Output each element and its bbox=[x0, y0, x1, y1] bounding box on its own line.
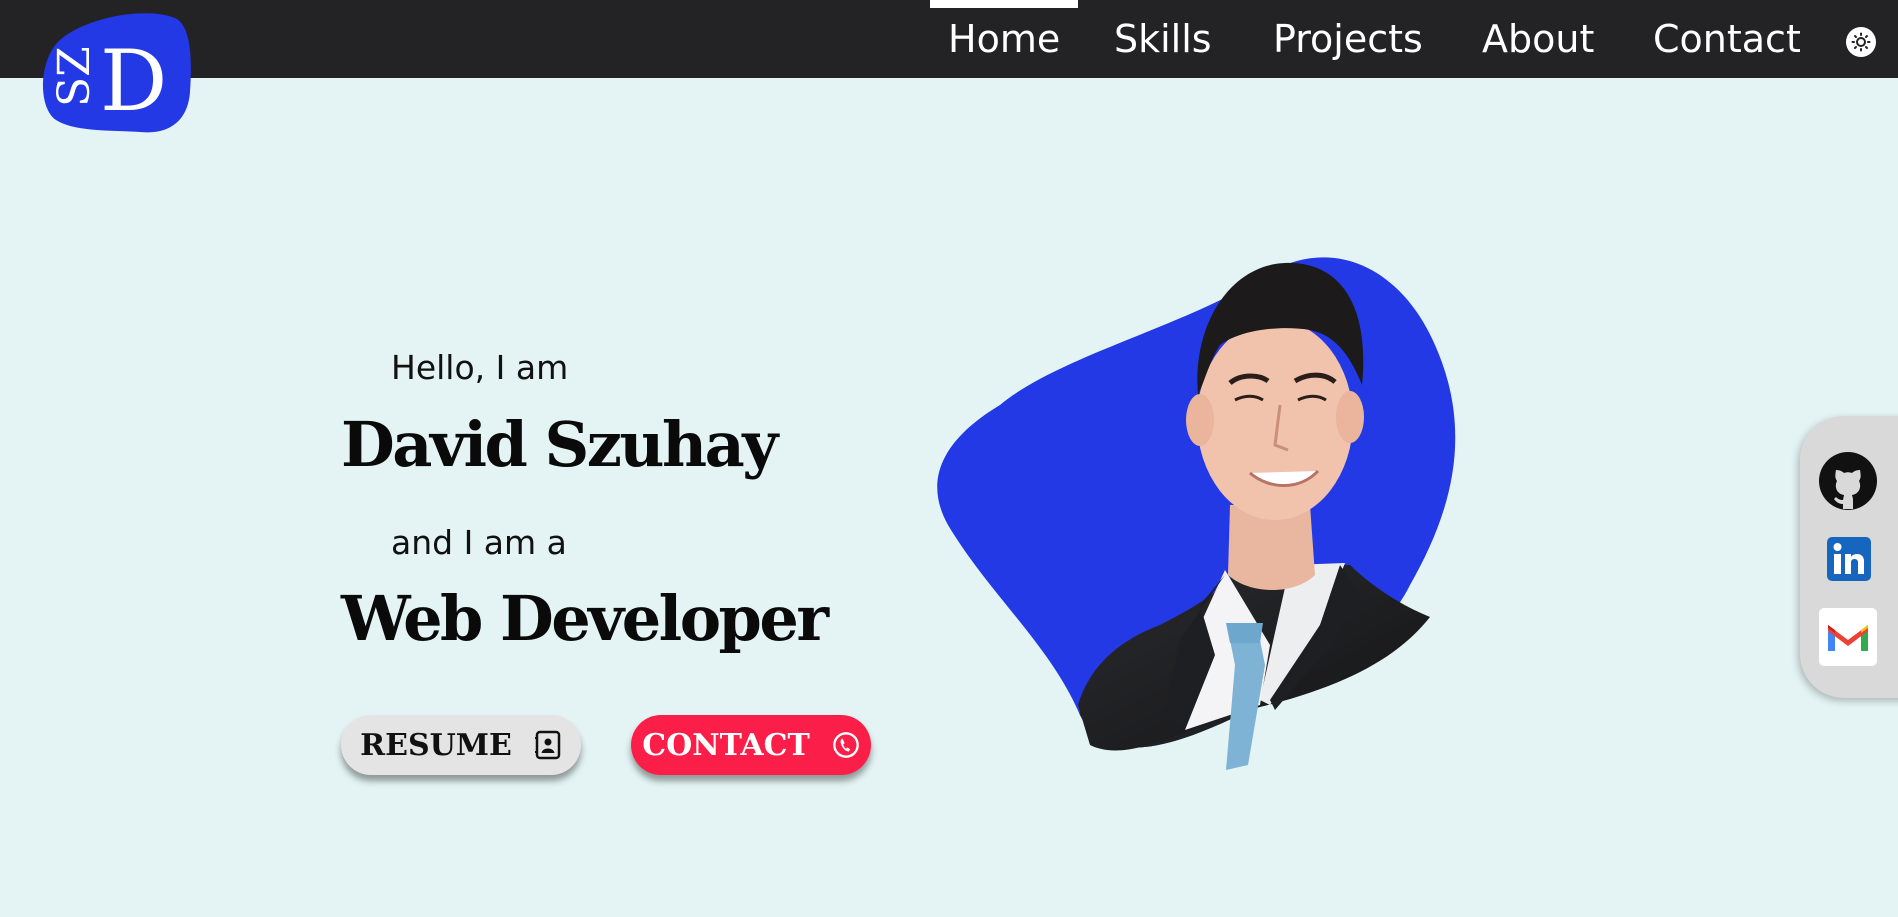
nav-skills-link[interactable]: Skills bbox=[1114, 0, 1212, 78]
profile-portrait bbox=[930, 245, 1540, 845]
nav-projects-link[interactable]: Projects bbox=[1273, 0, 1423, 78]
linkedin-icon bbox=[1827, 537, 1871, 581]
github-icon bbox=[1819, 452, 1877, 510]
contact-button-label: CONTACT bbox=[642, 727, 810, 763]
gmail-link[interactable] bbox=[1818, 607, 1878, 667]
nav-contact-link[interactable]: Contact bbox=[1653, 0, 1801, 78]
contact-card-icon bbox=[534, 730, 561, 760]
linkedin-link[interactable] bbox=[1818, 529, 1878, 589]
sun-icon bbox=[1851, 32, 1871, 52]
gmail-icon bbox=[1819, 608, 1877, 666]
navbar: Home Skills Projects About Contact bbox=[0, 0, 1898, 78]
hero-role: Web Developer bbox=[341, 582, 829, 655]
hero-greeting: Hello, I am bbox=[391, 348, 569, 387]
logo-sz-text: SZ bbox=[49, 46, 100, 107]
github-link[interactable] bbox=[1818, 451, 1878, 511]
resume-button-label: RESUME bbox=[360, 727, 512, 763]
nav-home-link[interactable]: Home bbox=[929, 0, 1079, 78]
phone-icon bbox=[832, 732, 859, 758]
logo-d-text: D bbox=[100, 32, 167, 130]
site-logo[interactable]: SZ D bbox=[40, 12, 195, 134]
hero-name: David Szuhay bbox=[341, 408, 778, 481]
theme-toggle-button[interactable] bbox=[1846, 27, 1876, 57]
nav-about-link[interactable]: About bbox=[1482, 0, 1594, 78]
hero-intro: and I am a bbox=[391, 523, 567, 562]
contact-button[interactable]: CONTACT bbox=[631, 715, 871, 775]
resume-button[interactable]: RESUME bbox=[341, 715, 581, 775]
